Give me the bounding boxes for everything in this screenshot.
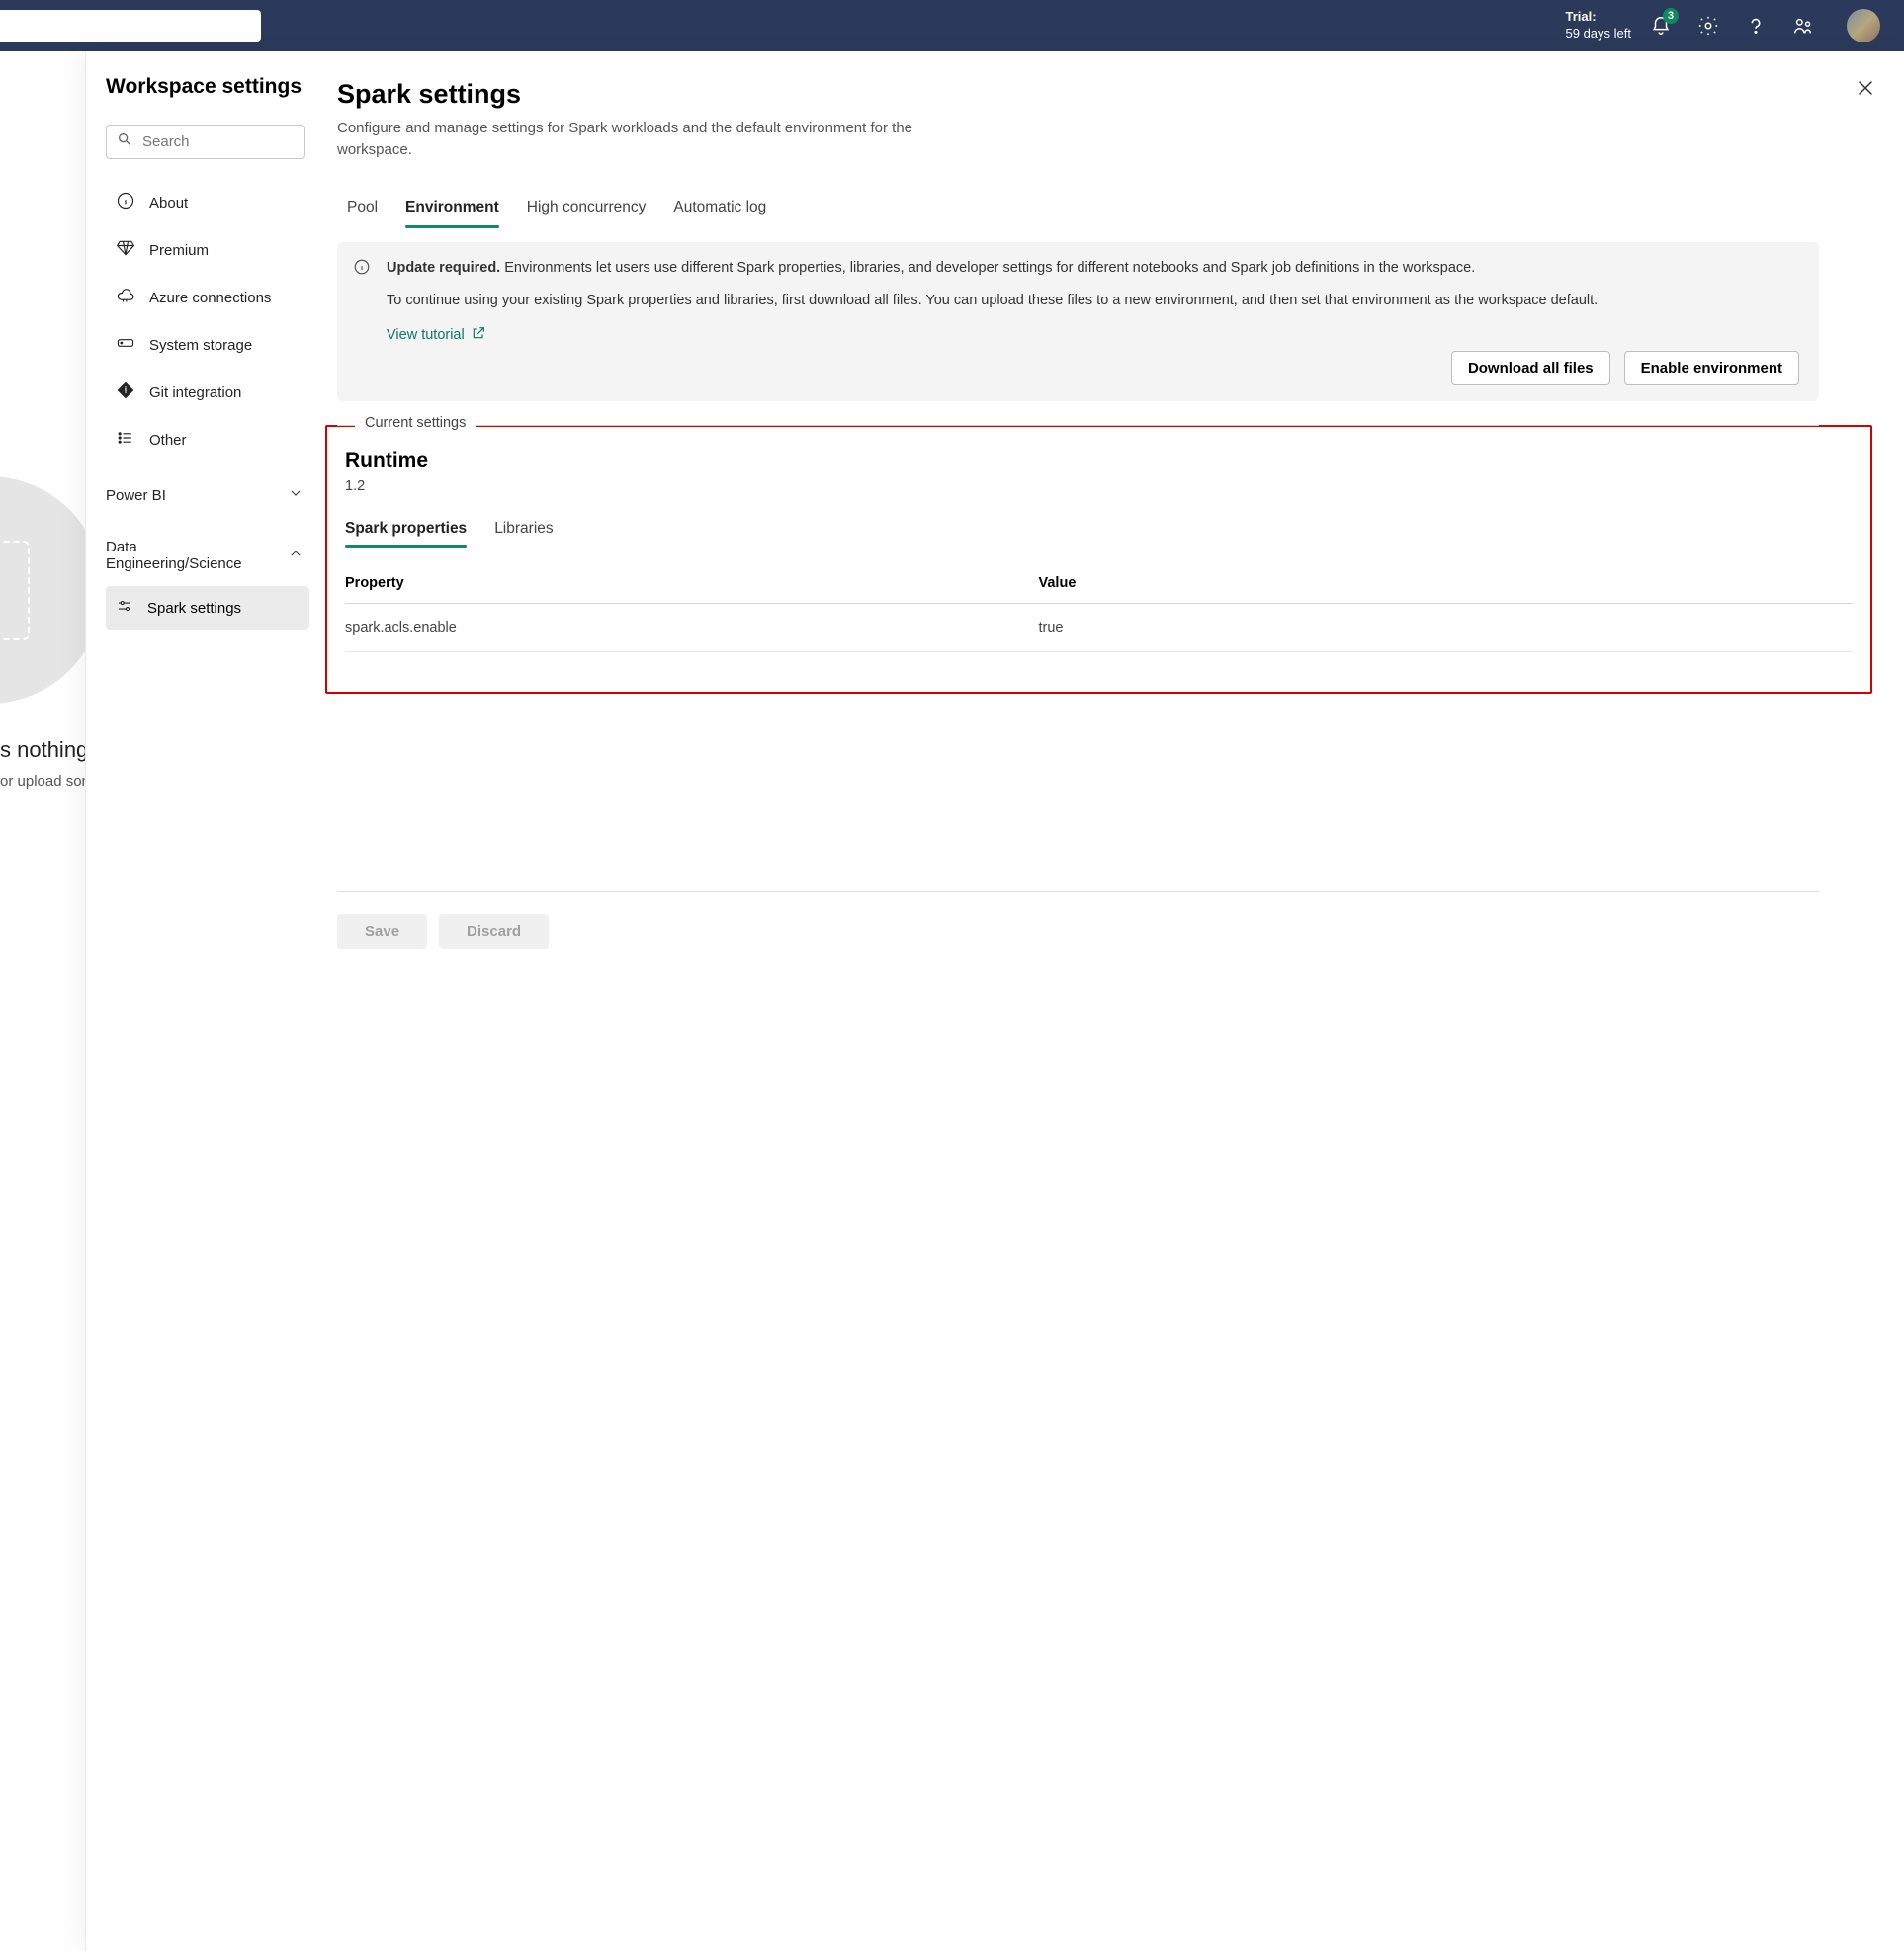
footer-actions: Save Discard (337, 891, 1819, 949)
tab-high-concurrency[interactable]: High concurrency (527, 189, 647, 228)
sidebar-item-label: About (149, 195, 188, 212)
table-header-value: Value (1039, 575, 1854, 591)
download-all-files-button[interactable]: Download all files (1451, 351, 1610, 385)
diamond-icon (116, 238, 135, 262)
sidebar-item-system-storage[interactable]: System storage (106, 323, 309, 367)
chevron-down-icon (288, 485, 303, 505)
sidebar-item-label: Git integration (149, 384, 241, 401)
list-icon (116, 428, 135, 452)
subtab-spark-properties[interactable]: Spark properties (345, 512, 467, 548)
table-header: Property Value (345, 575, 1853, 604)
enable-environment-button[interactable]: Enable environment (1624, 351, 1799, 385)
trial-remaining: 59 days left (1566, 26, 1632, 42)
info-icon (116, 191, 135, 214)
table-cell-value: true (1039, 620, 1854, 636)
save-button[interactable]: Save (337, 914, 427, 949)
sidebar-section-powerbi[interactable]: Power BI (106, 475, 309, 515)
spark-tabs: Pool Environment High concurrency Automa… (337, 189, 1819, 228)
feedback-icon[interactable] (1791, 14, 1815, 38)
spark-properties-table: Property Value spark.acls.enable true (345, 575, 1853, 652)
view-tutorial-label: View tutorial (387, 327, 465, 343)
settings-icon[interactable] (1696, 14, 1720, 38)
cloud-icon (116, 286, 135, 309)
runtime-title: Runtime (345, 449, 1853, 472)
sliders-icon (116, 597, 133, 619)
tab-pool[interactable]: Pool (347, 189, 378, 228)
trial-status[interactable]: Trial: 59 days left (1566, 9, 1632, 42)
runtime-highlight-box: Runtime 1.2 Spark properties Libraries P… (325, 425, 1872, 694)
avatar[interactable] (1847, 9, 1880, 42)
notifications-icon[interactable]: 3 (1649, 14, 1673, 38)
page-title: Spark settings (337, 79, 1819, 110)
sidebar-item-label: Azure connections (149, 290, 271, 306)
search-icon (117, 131, 132, 152)
sidebar-item-azure-connections[interactable]: Azure connections (106, 276, 309, 319)
table-row: spark.acls.enable true (345, 604, 1853, 652)
workspace-settings-panel: Workspace settings About Premium Azure c… (85, 51, 1904, 1951)
external-link-icon (471, 325, 486, 345)
panel-title: Workspace settings (106, 75, 309, 99)
table-cell-property: spark.acls.enable (345, 620, 1039, 636)
banner-para-2: To continue using your existing Spark pr… (387, 291, 1799, 311)
sidebar-item-premium[interactable]: Premium (106, 228, 309, 272)
sidebar-item-about[interactable]: About (106, 181, 309, 224)
sidebar-section-label: Power BI (106, 487, 166, 504)
trial-label: Trial: (1566, 9, 1632, 26)
sidebar-item-label: Premium (149, 242, 209, 259)
runtime-subtabs: Spark properties Libraries (345, 512, 1853, 548)
sidebar-item-label: System storage (149, 337, 252, 354)
sidebar-section-data-eng-sci[interactable]: Data Engineering/Science (106, 529, 309, 582)
page-description: Configure and manage settings for Spark … (337, 118, 970, 161)
subtab-libraries[interactable]: Libraries (494, 512, 553, 548)
storage-icon (116, 333, 135, 357)
update-required-banner: Update required. Environments let users … (337, 242, 1819, 401)
info-icon (353, 258, 371, 276)
help-icon[interactable] (1744, 14, 1768, 38)
discard-button[interactable]: Discard (439, 914, 549, 949)
chevron-up-icon (288, 546, 303, 565)
table-header-property: Property (345, 575, 1039, 591)
paperclip-icon (0, 613, 12, 630)
git-icon (116, 381, 135, 404)
sidebar-subitem-label: Spark settings (147, 600, 241, 617)
sidebar-subitem-spark-settings[interactable]: Spark settings (106, 586, 309, 630)
tab-environment[interactable]: Environment (405, 189, 499, 228)
current-settings-group: Current settings Runtime 1.2 Spark prope… (337, 425, 1819, 694)
topbar: Trial: 59 days left 3 (0, 0, 1904, 51)
tab-automatic-log[interactable]: Automatic log (673, 189, 766, 228)
sidebar-item-git-integration[interactable]: Git integration (106, 371, 309, 414)
sidebar-item-label: Other (149, 432, 187, 449)
runtime-version: 1.2 (345, 478, 1853, 494)
settings-sidebar: Workspace settings About Premium Azure c… (86, 51, 317, 1951)
notification-badge: 3 (1663, 8, 1679, 24)
settings-main: Spark settings Configure and manage sett… (317, 51, 1904, 1951)
view-tutorial-link[interactable]: View tutorial (387, 325, 486, 345)
sidebar-item-other[interactable]: Other (106, 418, 309, 462)
global-search-input[interactable] (0, 10, 261, 42)
current-settings-legend: Current settings (355, 415, 476, 431)
sidebar-section-label: Data Engineering/Science (106, 539, 264, 572)
settings-search[interactable] (106, 125, 305, 159)
settings-search-input[interactable] (142, 133, 339, 150)
banner-para-1: Update required. Environments let users … (387, 258, 1799, 279)
